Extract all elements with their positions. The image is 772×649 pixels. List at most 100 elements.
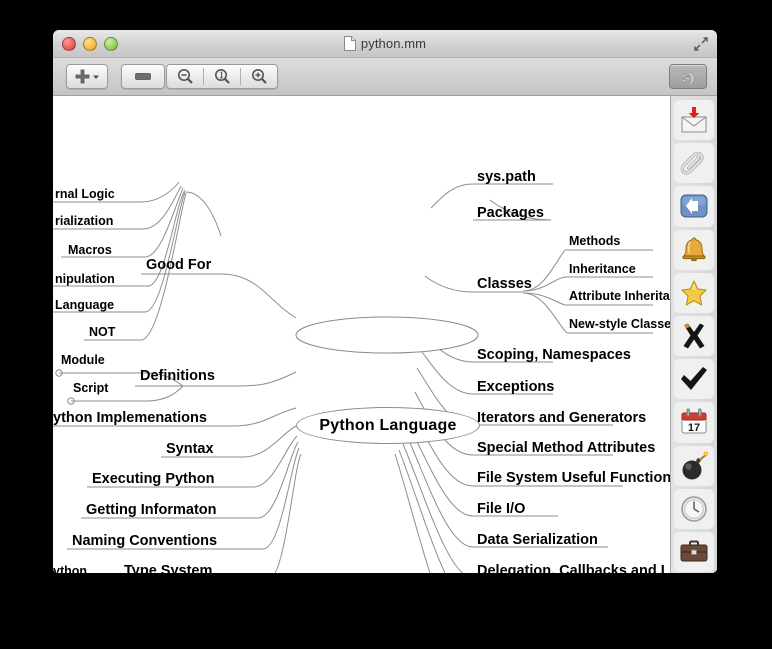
mindmap-node-methods[interactable]: Methods	[569, 235, 620, 248]
mindmap-node-executing-python[interactable]: Executing Python	[92, 472, 214, 487]
mindmap-node-label: Classes	[477, 276, 532, 292]
sidebar-item-briefcase[interactable]	[674, 531, 714, 573]
briefcase-icon	[680, 540, 708, 562]
mindmap-node-label: Iterators and Generators	[477, 410, 647, 426]
expand-arrows-icon[interactable]	[693, 36, 709, 52]
clock-icon	[681, 495, 707, 522]
sidebar-item-clock[interactable]	[674, 488, 714, 529]
sidebar-item-back[interactable]	[674, 186, 714, 227]
zoom-actual-button[interactable]	[204, 65, 240, 88]
mindmap-node-file-io[interactable]: File I/O	[477, 502, 525, 517]
chevron-down-icon	[92, 75, 99, 79]
mindmap-node-label: Macros	[68, 243, 112, 257]
sidebar-item-star[interactable]	[674, 272, 714, 313]
mindmap-node-label: Data Serialization	[477, 532, 598, 548]
mindmap-node-label: Script	[73, 381, 109, 395]
sidebar-item-bell[interactable]	[674, 229, 714, 270]
zoom-controls-group	[166, 64, 278, 89]
remove-node-group	[121, 64, 165, 89]
star-icon	[681, 280, 707, 306]
mindmap-node-scoping-namespaces[interactable]: Scoping, Namespaces	[477, 348, 631, 363]
sidebar-item-check[interactable]	[674, 359, 714, 400]
mindmap-node-exceptions[interactable]: Exceptions	[477, 380, 554, 395]
mindmap-node-iterators-and-generators[interactable]: Iterators and Generators	[477, 411, 646, 426]
mindmap-node-script[interactable]: Script	[73, 382, 108, 395]
mindmap-root-node[interactable]: Python Language	[296, 407, 480, 444]
window-titlebar: python.mm	[53, 30, 717, 58]
minus-icon	[135, 73, 151, 80]
mindmap-node-label: Getting Informaton	[86, 502, 217, 518]
mindmap-node-serialization[interactable]: rialization	[55, 215, 113, 228]
sidebar-item-bomb[interactable]	[674, 445, 714, 486]
mindmap-node-label: New-style Classe	[569, 317, 671, 331]
mindmap-node-sys-path[interactable]: sys.path	[477, 170, 536, 185]
mindmap-canvas[interactable]: Python Language rnal Logic rialization Mac…	[53, 96, 671, 573]
mindmap-node-syntax[interactable]: Syntax	[166, 442, 214, 457]
icon-sidebar: 17	[670, 96, 717, 573]
mindmap-node-label: Good For	[146, 257, 212, 273]
mindmap-node-inheritance[interactable]: Inheritance	[569, 263, 636, 276]
root-node-label: Python Language	[319, 416, 457, 434]
paperclip-icon	[680, 152, 704, 175]
cross-icon	[683, 323, 705, 349]
mail-download-icon	[681, 107, 707, 133]
sidebar-item-cross[interactable]	[674, 315, 714, 357]
check-icon	[681, 367, 707, 391]
mindmap-node-delegation-callbacks[interactable]: Delegation, Callbacks and I	[477, 564, 665, 573]
mindmap-node-packages[interactable]: Packages	[477, 206, 544, 221]
document-icon	[343, 36, 356, 51]
sidebar-item-calendar[interactable]: 17	[674, 402, 714, 443]
svg-text:17: 17	[688, 422, 700, 434]
remove-node-button[interactable]	[122, 65, 164, 88]
bell-icon	[682, 237, 706, 261]
mindmap-node-label: ython	[53, 564, 88, 573]
mindmap-node-macros[interactable]: Macros	[68, 244, 112, 257]
mindmap-node-manipulation[interactable]: nipulation	[55, 273, 115, 286]
mindmap-node-not[interactable]: NOT	[89, 326, 115, 339]
add-node-group	[66, 64, 108, 89]
sidebar-item-mail[interactable]	[674, 100, 714, 141]
zoom-out-button[interactable]	[167, 65, 203, 88]
mindmap-node-data-serialization[interactable]: Data Serialization	[477, 533, 598, 548]
mindmap-node-label: NOT	[89, 325, 116, 339]
mindmap-node-python-tail[interactable]: ython	[53, 565, 87, 573]
mindmap-node-new-style-classes[interactable]: New-style Classe	[569, 318, 671, 331]
add-node-button[interactable]	[67, 65, 107, 88]
mindmap-node-definitions[interactable]: Definitions	[140, 369, 215, 384]
mindmap-node-type-system[interactable]: Type System	[124, 564, 212, 573]
mindmap-node-attribute-inheritance[interactable]: Attribute Inherita	[569, 290, 670, 303]
mindmap-node-module[interactable]: Module	[61, 354, 105, 367]
mindmap-node-label: Special Method Attributes	[477, 440, 656, 456]
bomb-icon	[682, 451, 708, 480]
window-title: python.mm	[53, 30, 717, 57]
toolbar: :-)	[53, 58, 717, 96]
smiley-button[interactable]: :-)	[669, 64, 707, 89]
mindmap-node-label: Exceptions	[477, 379, 555, 395]
mindmap-node-label: Language	[55, 298, 115, 312]
mindmap-node-getting-informaton[interactable]: Getting Informaton	[86, 503, 217, 518]
mindmap-node-label: Scoping, Namespaces	[477, 347, 631, 363]
mindmap-node-classes[interactable]: Classes	[477, 277, 532, 292]
mindmap-node-language[interactable]: Language	[55, 299, 114, 312]
zoom-in-button[interactable]	[241, 65, 277, 88]
zoom-actual-icon	[214, 69, 230, 84]
mindmap-node-good-for[interactable]: Good For	[146, 258, 211, 273]
sidebar-item-attachment[interactable]	[674, 143, 714, 184]
mindmap-node-label: Naming Conventions	[72, 533, 218, 549]
mindmap-node-label: File I/O	[477, 501, 526, 517]
mindmap-node-label: ython Implemenations	[53, 410, 207, 426]
back-arrow-icon	[680, 194, 708, 218]
mindmap-node-internal-logic[interactable]: rnal Logic	[55, 188, 115, 201]
mindmap-node-label: Methods	[569, 234, 621, 248]
mindmap-node-label: File System Useful Function	[477, 470, 671, 486]
mindmap-node-special-method-attributes[interactable]: Special Method Attributes	[477, 441, 655, 456]
mindmap-node-label: Module	[61, 353, 105, 367]
mindmap-node-python-implementations[interactable]: ython Implemenations	[53, 411, 207, 426]
window-title-text: python.mm	[360, 36, 427, 51]
plus-icon	[75, 69, 89, 84]
mindmap-node-label: Attribute Inherita	[569, 289, 670, 303]
mindmap-node-label: Type System	[124, 563, 213, 573]
mindmap-node-file-system-useful-functions[interactable]: File System Useful Function	[477, 471, 671, 486]
zoom-in-icon	[251, 69, 267, 84]
mindmap-node-naming-conventions[interactable]: Naming Conventions	[72, 534, 217, 549]
